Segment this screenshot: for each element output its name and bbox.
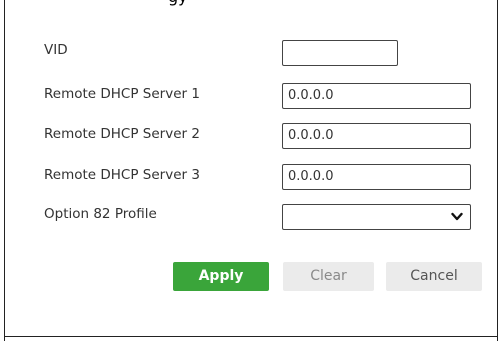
panel-border-bottom (4, 336, 498, 337)
remote-dhcp-server-2-label: Remote DHCP Server 2 (44, 126, 200, 142)
clipped-heading-text: gy (168, 0, 188, 6)
vid-input[interactable] (282, 40, 398, 66)
vid-label: VID (44, 42, 68, 58)
apply-button[interactable]: Apply (173, 262, 269, 291)
panel-border-left (4, 0, 5, 341)
remote-dhcp-server-3-label: Remote DHCP Server 3 (44, 167, 200, 183)
clear-button[interactable]: Clear (283, 262, 374, 291)
cancel-button[interactable]: Cancel (386, 262, 482, 291)
remote-dhcp-server-1-label: Remote DHCP Server 1 (44, 86, 200, 102)
remote-dhcp-server-1-input[interactable]: 0.0.0.0 (282, 83, 471, 109)
panel-border-right (497, 0, 498, 341)
dhcp-relay-form: gy VID Remote DHCP Server 1 0.0.0.0 Remo… (0, 0, 502, 341)
option-82-profile-label: Option 82 Profile (44, 206, 157, 222)
chevron-down-icon (451, 212, 463, 221)
remote-dhcp-server-2-input[interactable]: 0.0.0.0 (282, 123, 471, 149)
option-82-profile-select[interactable] (282, 204, 471, 230)
remote-dhcp-server-3-input[interactable]: 0.0.0.0 (282, 164, 471, 190)
